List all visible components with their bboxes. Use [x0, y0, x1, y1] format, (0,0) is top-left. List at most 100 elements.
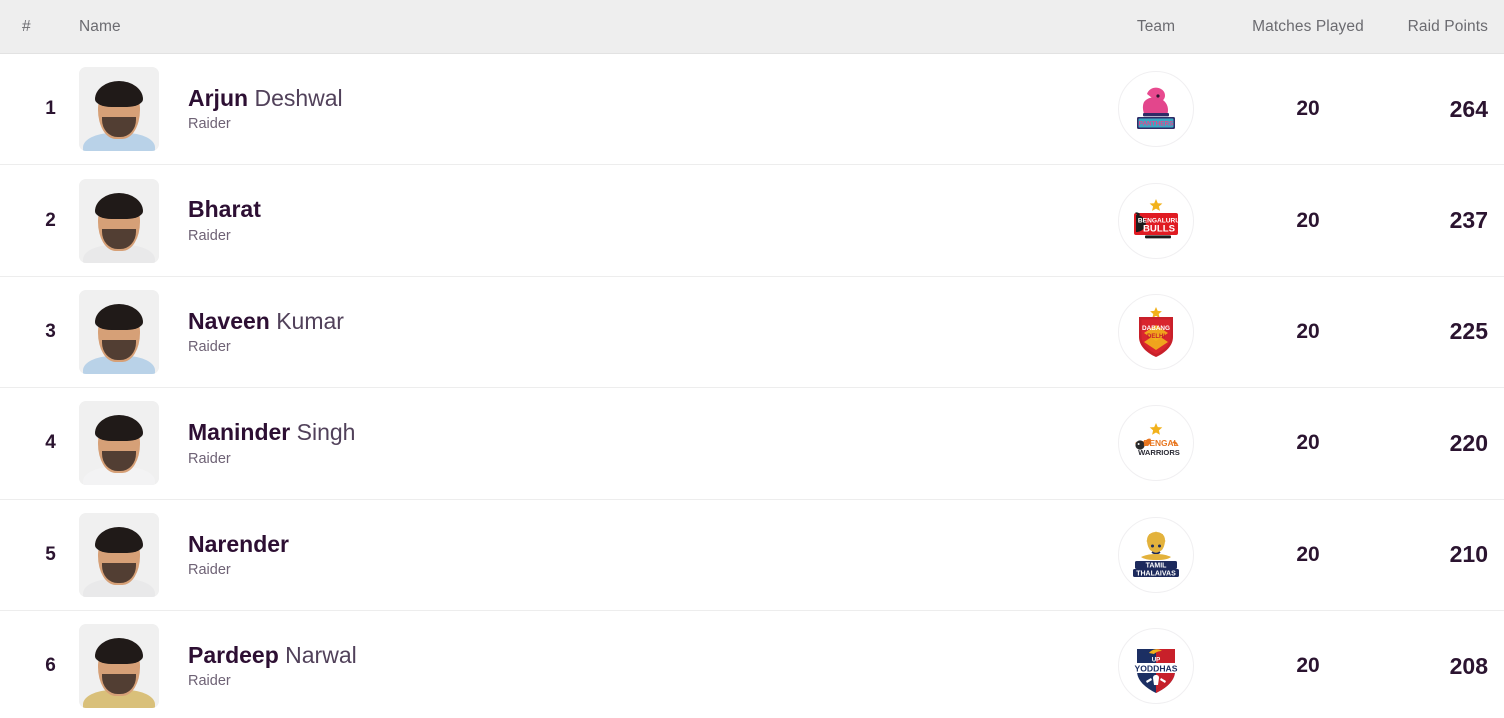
matches-played-value: 20: [1296, 208, 1320, 232]
column-header-rank[interactable]: #: [0, 18, 79, 36]
row-team-cell[interactable]: BENGAL WARRIORS: [1080, 405, 1232, 482]
up-yoddhas-logo: UP YODDHAS: [1118, 628, 1194, 705]
svg-text:TAMIL: TAMIL: [1146, 562, 1168, 569]
raid-points-value: 264: [1449, 95, 1488, 122]
table-header-row: # Name Team Matches Played Raid Points: [0, 0, 1504, 54]
player-last-name: Narwal: [285, 641, 357, 668]
row-team-cell[interactable]: TAMIL THALAIVAS: [1080, 516, 1232, 593]
table-row[interactable]: 3 Naveen Kumar Raider DABANG DELHI 20 225: [0, 276, 1504, 389]
player-last-name: Singh: [296, 419, 356, 446]
player-leaderboard-table: # Name Team Matches Played Raid Points 1…: [0, 0, 1504, 718]
player-first-name: Narender: [188, 530, 289, 557]
row-raid-points-cell: 237: [1384, 207, 1504, 234]
player-role: Raider: [188, 116, 231, 133]
row-rank-cell: 4: [0, 432, 79, 454]
player-name: Arjun Deshwal: [188, 86, 343, 110]
row-raid-points-cell: 264: [1384, 96, 1504, 123]
row-matches-played-cell: 20: [1232, 431, 1384, 455]
row-matches-played-cell: 20: [1232, 209, 1384, 233]
column-header-name[interactable]: Name: [79, 18, 1080, 36]
row-rank-cell: 3: [0, 321, 79, 343]
player-last-name: Deshwal: [254, 85, 343, 111]
svg-text:YODDHAS: YODDHAS: [1135, 664, 1178, 674]
row-raid-points-cell: 208: [1384, 653, 1504, 680]
row-player-cell[interactable]: Bharat Raider: [79, 178, 1080, 263]
player-role: Raider: [188, 339, 231, 356]
player-role: Raider: [188, 227, 231, 244]
raid-points-value: 208: [1449, 652, 1488, 679]
bengal-warriors-logo: BENGAL WARRIORS: [1118, 405, 1194, 482]
row-team-cell[interactable]: UP YODDHAS: [1080, 628, 1232, 705]
player-identity: Narender Raider: [79, 512, 1080, 597]
table-row[interactable]: 4 Maninder Singh Raider BENGAL WARRIORS 20…: [0, 388, 1504, 500]
table-row[interactable]: 2 Bharat Raider BENGALURU BULLS 20 237: [0, 165, 1504, 277]
player-identity: Arjun Deshwal Raider: [79, 67, 1080, 152]
photo-hair: [95, 415, 143, 442]
svg-text:PANTHERS: PANTHERS: [1139, 121, 1174, 128]
player-first-name: Bharat: [188, 196, 261, 223]
raid-points-value: 237: [1449, 207, 1488, 234]
svg-text:BULLS: BULLS: [1143, 223, 1176, 234]
row-player-cell[interactable]: Naveen Kumar Raider: [79, 289, 1080, 374]
player-photo: [79, 512, 159, 597]
player-last-name: Kumar: [276, 307, 344, 334]
player-photo: [79, 624, 159, 709]
raid-points-value: 225: [1449, 318, 1488, 345]
rank-number: 6: [45, 655, 56, 677]
row-team-cell[interactable]: DABANG DELHI: [1080, 293, 1232, 370]
rank-number: 2: [45, 209, 56, 231]
player-photo: [79, 67, 159, 152]
row-matches-played-cell: 20: [1232, 654, 1384, 678]
matches-played-value: 20: [1296, 654, 1320, 678]
player-photo: [79, 178, 159, 263]
player-role: Raider: [188, 561, 231, 578]
row-player-cell[interactable]: Pardeep Narwal Raider: [79, 624, 1080, 709]
dabang-delhi-logo: DABANG DELHI: [1118, 293, 1194, 370]
player-first-name: Pardeep: [188, 641, 279, 668]
row-player-cell[interactable]: Arjun Deshwal Raider: [79, 67, 1080, 152]
row-player-cell[interactable]: Maninder Singh Raider: [79, 401, 1080, 486]
player-name: Narender: [188, 530, 289, 557]
column-header-team[interactable]: Team: [1080, 18, 1232, 36]
row-raid-points-cell: 225: [1384, 318, 1504, 345]
row-team-cell[interactable]: BENGALURU BULLS: [1080, 182, 1232, 259]
row-player-cell[interactable]: Narender Raider: [79, 512, 1080, 597]
column-header-matches-played[interactable]: Matches Played: [1232, 18, 1384, 36]
table-row[interactable]: 1 Arjun Deshwal Raider PANTHERS 20 264: [0, 54, 1504, 166]
matches-played-value: 20: [1296, 542, 1320, 566]
jaipur-pink-panthers-logo: PANTHERS: [1118, 71, 1194, 148]
player-first-name: Arjun: [188, 85, 249, 111]
raid-points-value: 210: [1449, 541, 1488, 568]
row-raid-points-cell: 220: [1384, 430, 1504, 457]
player-name-block: Naveen Kumar Raider: [159, 307, 344, 356]
svg-text:DABANG: DABANG: [1142, 325, 1170, 332]
row-raid-points-cell: 210: [1384, 541, 1504, 568]
row-rank-cell: 1: [0, 98, 79, 120]
matches-played-value: 20: [1296, 97, 1320, 121]
table-row[interactable]: 6 Pardeep Narwal Raider UP YODDHAS 20 208: [0, 610, 1504, 718]
player-identity: Naveen Kumar Raider: [79, 289, 1080, 374]
player-name: Pardeep Narwal: [188, 643, 357, 667]
svg-text:DELHI: DELHI: [1147, 334, 1165, 340]
rank-number: 1: [45, 98, 56, 120]
rank-number: 4: [45, 432, 56, 454]
player-name: Maninder Singh: [188, 420, 355, 444]
player-name: Bharat: [188, 197, 261, 221]
player-name-block: Narender Raider: [159, 530, 289, 578]
column-header-raid-points[interactable]: Raid Points: [1384, 18, 1504, 36]
table-body: 1 Arjun Deshwal Raider PANTHERS 20 264 2 Bhar…: [0, 54, 1504, 718]
player-identity: Bharat Raider: [79, 178, 1080, 263]
row-matches-played-cell: 20: [1232, 543, 1384, 567]
rank-number: 3: [45, 320, 56, 342]
table-row[interactable]: 5 Narender Raider TAMIL THALAIVAS 20 210: [0, 499, 1504, 611]
matches-played-value: 20: [1296, 431, 1320, 455]
player-name-block: Bharat Raider: [159, 197, 261, 244]
player-name-block: Arjun Deshwal Raider: [159, 86, 343, 133]
rank-number: 5: [45, 543, 56, 565]
photo-hair: [95, 192, 143, 219]
player-name-block: Pardeep Narwal Raider: [159, 643, 357, 690]
row-team-cell[interactable]: PANTHERS: [1080, 71, 1232, 148]
player-role: Raider: [188, 450, 231, 467]
bengaluru-bulls-logo: BENGALURU BULLS: [1118, 182, 1194, 259]
photo-hair: [95, 81, 143, 108]
